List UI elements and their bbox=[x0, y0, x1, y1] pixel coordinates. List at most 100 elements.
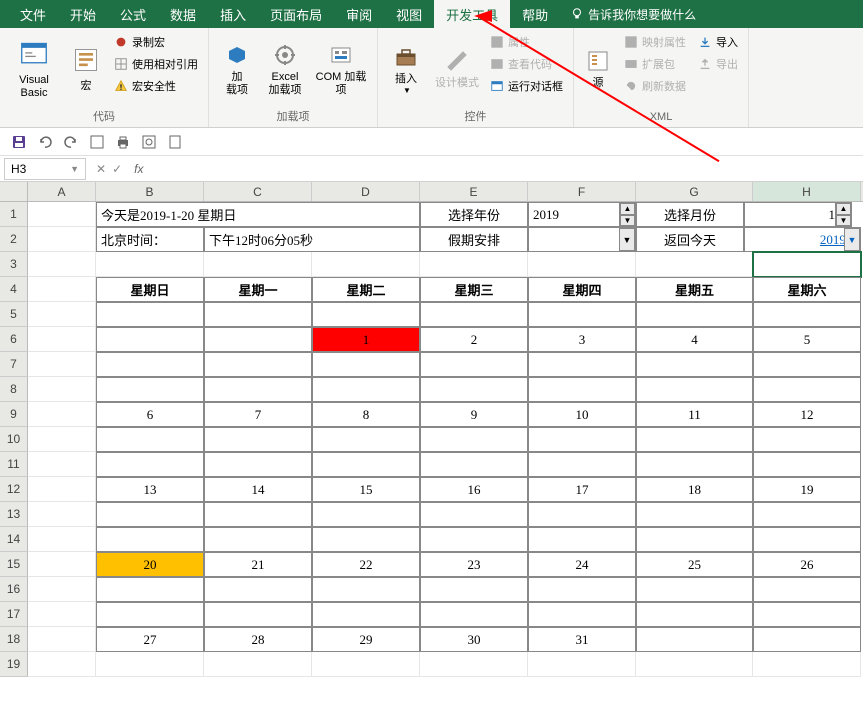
accept-formula-icon[interactable]: ✓ bbox=[112, 162, 122, 176]
row-header-3[interactable]: 3 bbox=[0, 252, 28, 277]
run-dialog-button[interactable]: 运行对话框 bbox=[486, 76, 567, 96]
cal-cell[interactable] bbox=[204, 427, 312, 452]
cal-cell[interactable] bbox=[528, 427, 636, 452]
record-macro-button[interactable]: 录制宏 bbox=[110, 32, 202, 52]
cell[interactable] bbox=[96, 652, 204, 677]
cal-cell[interactable] bbox=[528, 452, 636, 477]
cal-cell[interactable] bbox=[312, 602, 420, 627]
weekday-sat[interactable]: 星期六 bbox=[753, 277, 861, 302]
qat-button-1[interactable] bbox=[88, 133, 106, 151]
map-props-button[interactable]: 映射属性 bbox=[620, 32, 690, 52]
cal-cell[interactable] bbox=[96, 602, 204, 627]
design-mode-button[interactable]: 设计模式 bbox=[432, 32, 482, 108]
com-addin-button[interactable]: COM 加载项 bbox=[311, 32, 371, 108]
weekday-thu[interactable]: 星期四 bbox=[528, 277, 636, 302]
cell[interactable] bbox=[636, 252, 753, 277]
year-label[interactable]: 选择年份 bbox=[420, 202, 528, 227]
row-header-11[interactable]: 11 bbox=[0, 452, 28, 477]
cell[interactable] bbox=[753, 652, 861, 677]
row-header-17[interactable]: 17 bbox=[0, 602, 28, 627]
cal-cell[interactable] bbox=[753, 377, 861, 402]
row-header-4[interactable]: 4 bbox=[0, 277, 28, 302]
time-label[interactable]: 北京时间： bbox=[96, 227, 204, 252]
cal-day[interactable]: 11 bbox=[636, 402, 753, 427]
cal-cell[interactable] bbox=[528, 302, 636, 327]
xml-source-button[interactable]: 源 bbox=[580, 32, 616, 108]
cal-cell[interactable] bbox=[312, 377, 420, 402]
cal-cell[interactable] bbox=[420, 452, 528, 477]
cal-cell[interactable] bbox=[420, 427, 528, 452]
cal-day[interactable]: 21 bbox=[204, 552, 312, 577]
cal-day[interactable]: 7 bbox=[204, 402, 312, 427]
cell[interactable] bbox=[204, 652, 312, 677]
cal-day[interactable]: 15 bbox=[312, 477, 420, 502]
col-header-E[interactable]: E bbox=[420, 182, 528, 201]
col-header-F[interactable]: F bbox=[528, 182, 636, 201]
cal-cell[interactable] bbox=[636, 427, 753, 452]
row-header-14[interactable]: 14 bbox=[0, 527, 28, 552]
expand-button[interactable]: 扩展包 bbox=[620, 54, 690, 74]
cal-cell[interactable] bbox=[312, 527, 420, 552]
cal-day[interactable]: 20 bbox=[96, 552, 204, 577]
qat-button-2[interactable] bbox=[114, 133, 132, 151]
row-header-9[interactable]: 9 bbox=[0, 402, 28, 427]
cal-day[interactable]: 12 bbox=[753, 402, 861, 427]
cal-day[interactable]: 24 bbox=[528, 552, 636, 577]
cell[interactable] bbox=[528, 252, 636, 277]
cell[interactable] bbox=[312, 252, 420, 277]
cal-cell[interactable] bbox=[528, 527, 636, 552]
cal-day[interactable]: 17 bbox=[528, 477, 636, 502]
holiday-label[interactable]: 假期安排 bbox=[420, 227, 528, 252]
view-code-button[interactable]: 查看代码 bbox=[486, 54, 567, 74]
cell[interactable] bbox=[420, 252, 528, 277]
qat-button-4[interactable] bbox=[166, 133, 184, 151]
cal-cell[interactable] bbox=[312, 502, 420, 527]
cal-day[interactable] bbox=[753, 627, 861, 652]
row-header-18[interactable]: 18 bbox=[0, 627, 28, 652]
cell[interactable] bbox=[28, 352, 96, 377]
macro-security-button[interactable]: 宏安全性 bbox=[110, 76, 202, 96]
cal-cell[interactable] bbox=[204, 502, 312, 527]
cell[interactable] bbox=[28, 552, 96, 577]
row-header-16[interactable]: 16 bbox=[0, 577, 28, 602]
cal-day[interactable]: 28 bbox=[204, 627, 312, 652]
cal-cell[interactable] bbox=[204, 452, 312, 477]
col-header-B[interactable]: B bbox=[96, 182, 204, 201]
redo-button[interactable] bbox=[62, 133, 80, 151]
time-value[interactable]: 下午12时06分05秒 bbox=[204, 227, 420, 252]
cell[interactable] bbox=[28, 202, 96, 227]
col-header-H[interactable]: H bbox=[753, 182, 861, 201]
cal-cell[interactable] bbox=[420, 577, 528, 602]
cal-cell[interactable] bbox=[753, 427, 861, 452]
cal-cell[interactable] bbox=[753, 577, 861, 602]
year-value[interactable]: 2019▲▼ bbox=[528, 202, 636, 227]
cell[interactable] bbox=[28, 477, 96, 502]
cell[interactable] bbox=[28, 277, 96, 302]
cal-cell[interactable] bbox=[753, 302, 861, 327]
cal-cell[interactable] bbox=[204, 527, 312, 552]
cell[interactable] bbox=[204, 252, 312, 277]
cal-cell[interactable] bbox=[636, 527, 753, 552]
tab-help[interactable]: 帮助 bbox=[510, 0, 560, 29]
weekday-mon[interactable]: 星期一 bbox=[204, 277, 312, 302]
cal-cell[interactable] bbox=[636, 452, 753, 477]
cal-cell[interactable] bbox=[420, 302, 528, 327]
tab-view[interactable]: 视图 bbox=[384, 0, 434, 29]
cal-cell[interactable] bbox=[204, 352, 312, 377]
tab-home[interactable]: 开始 bbox=[58, 0, 108, 29]
date-link[interactable]: 2019/1▼ bbox=[744, 227, 861, 252]
fx-icon[interactable]: fx bbox=[134, 162, 143, 176]
col-header-C[interactable]: C bbox=[204, 182, 312, 201]
weekday-tue[interactable]: 星期二 bbox=[312, 277, 420, 302]
cal-day[interactable]: 29 bbox=[312, 627, 420, 652]
save-button[interactable] bbox=[10, 133, 28, 151]
cal-day[interactable] bbox=[636, 627, 753, 652]
spinner-down[interactable]: ▼ bbox=[620, 215, 635, 227]
cal-cell[interactable] bbox=[96, 577, 204, 602]
holiday-dropdown[interactable]: ▼ bbox=[528, 227, 636, 252]
cell[interactable] bbox=[28, 227, 96, 252]
cell[interactable] bbox=[96, 252, 204, 277]
addin-button[interactable]: 加 载项 bbox=[215, 32, 259, 108]
cal-day[interactable]: 1 bbox=[312, 327, 420, 352]
cal-cell[interactable] bbox=[420, 377, 528, 402]
